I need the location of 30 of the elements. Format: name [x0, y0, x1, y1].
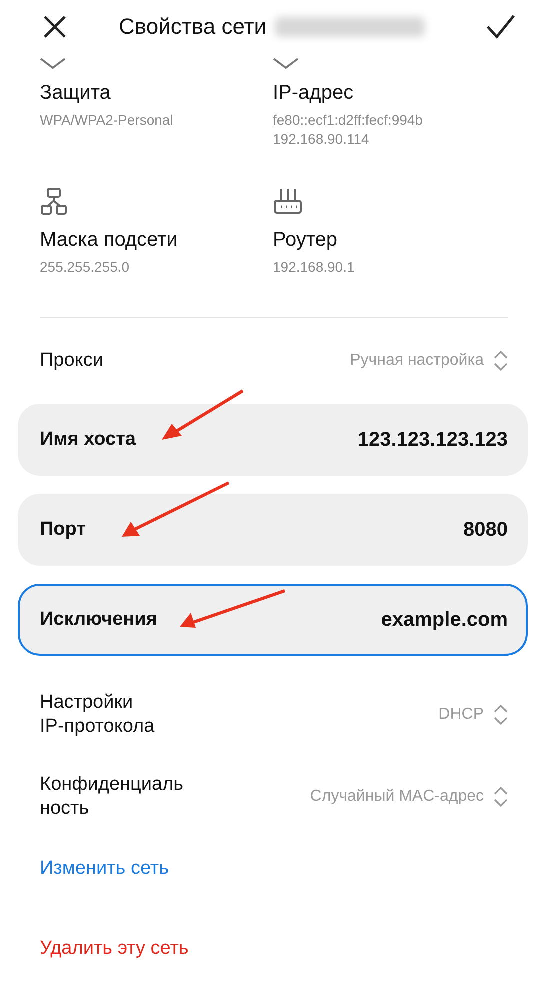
link[interactable]: Изменить сеть	[40, 858, 170, 880]
up-down-icon	[494, 786, 508, 808]
setting-label: Настройки IP-протокола	[40, 691, 156, 739]
close-button[interactable]	[42, 14, 68, 40]
up-down-icon	[494, 704, 508, 726]
info-value: WPA/WPA2-Personal	[40, 111, 174, 130]
chevron-down-icon	[273, 58, 299, 70]
proxy-dropdown[interactable]: Ручная настройка	[350, 350, 508, 372]
proxy-label: Прокси	[40, 350, 104, 372]
info-value: 192.168.90.114	[273, 130, 370, 149]
confirm-button[interactable]	[486, 14, 516, 40]
setting-dropdown[interactable]: Случайный MAC-адрес	[310, 786, 508, 808]
info-value: fe80::ecf1:d2ff:fecf:994b	[273, 111, 423, 130]
input-field[interactable]: Порт 8080	[18, 494, 528, 566]
info-label: Роутер	[273, 229, 338, 252]
info-label: Защита	[40, 82, 111, 105]
router-icon	[273, 187, 303, 215]
input-field[interactable]: Исключения example.com	[18, 584, 528, 656]
info-label: Маска подсети	[40, 229, 178, 252]
info-label: IP-адрес	[273, 82, 354, 105]
window-title: Свойства сети	[119, 14, 267, 40]
input-field[interactable]: Имя хоста 123.123.123.123	[18, 404, 528, 476]
up-down-icon	[494, 350, 508, 372]
chevron-down-icon	[40, 58, 66, 70]
link[interactable]: Удалить эту сеть	[40, 938, 189, 960]
network-icon	[40, 187, 68, 215]
setting-label: Конфиденциальность	[40, 773, 185, 821]
info-value: 192.168.90.1	[273, 258, 355, 277]
info-value: 255.255.255.0	[40, 258, 130, 277]
setting-dropdown[interactable]: DHCP	[438, 704, 508, 726]
